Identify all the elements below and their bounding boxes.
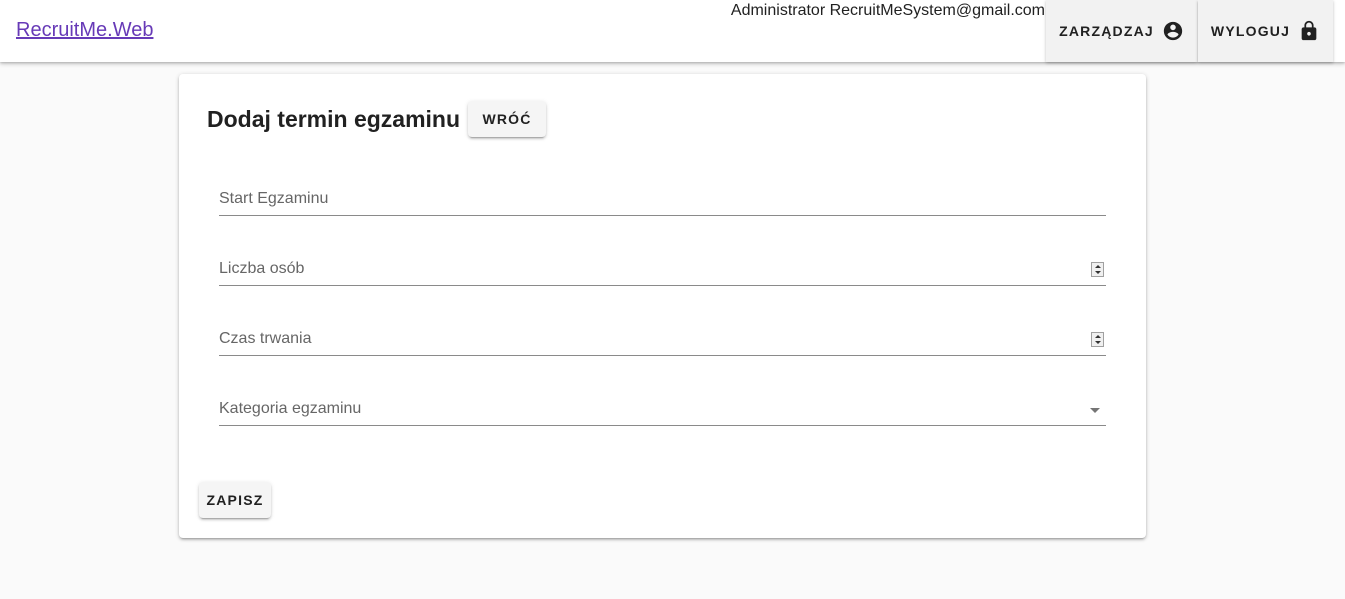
app-bar: RecruitMe.Web Administrator RecruitMeSys… [0, 0, 1345, 62]
user-email: Administrator RecruitMeSystem@gmail.com [730, 2, 1045, 19]
duration-label: Czas trwania [219, 330, 312, 347]
exam-start-field[interactable]: Start Egzaminu [219, 179, 1106, 216]
page-title: Dodaj termin egzaminu [207, 106, 461, 132]
logout-button[interactable]: WYLOGUJ [1198, 0, 1333, 62]
people-count-label: Liczba osób [219, 260, 305, 277]
brand-link[interactable]: RecruitMe.Web [16, 19, 153, 42]
logout-button-label: WYLOGUJ [1210, 23, 1291, 39]
lock-icon [1298, 20, 1320, 42]
duration-field[interactable]: Czas trwania [219, 319, 1106, 356]
back-button[interactable]: WRÓĆ [468, 101, 546, 137]
chevron-down-icon[interactable] [1090, 408, 1100, 413]
manage-button-label: ZARZĄDZAJ [1059, 23, 1154, 39]
exam-start-label: Start Egzaminu [219, 190, 329, 207]
people-count-field[interactable]: Liczba osób [219, 249, 1106, 286]
account-circle-icon [1162, 20, 1184, 42]
exam-form-card: Dodaj termin egzaminu WRÓĆ Start Egzamin… [179, 74, 1146, 538]
manage-button[interactable]: ZARZĄDZAJ [1046, 0, 1197, 62]
duration-stepper[interactable] [1091, 332, 1104, 347]
save-button[interactable]: ZAPISZ [199, 482, 271, 518]
people-count-stepper[interactable] [1091, 262, 1104, 277]
exam-category-select[interactable]: Kategoria egzaminu [219, 389, 1106, 426]
exam-category-label: Kategoria egzaminu [219, 400, 362, 417]
